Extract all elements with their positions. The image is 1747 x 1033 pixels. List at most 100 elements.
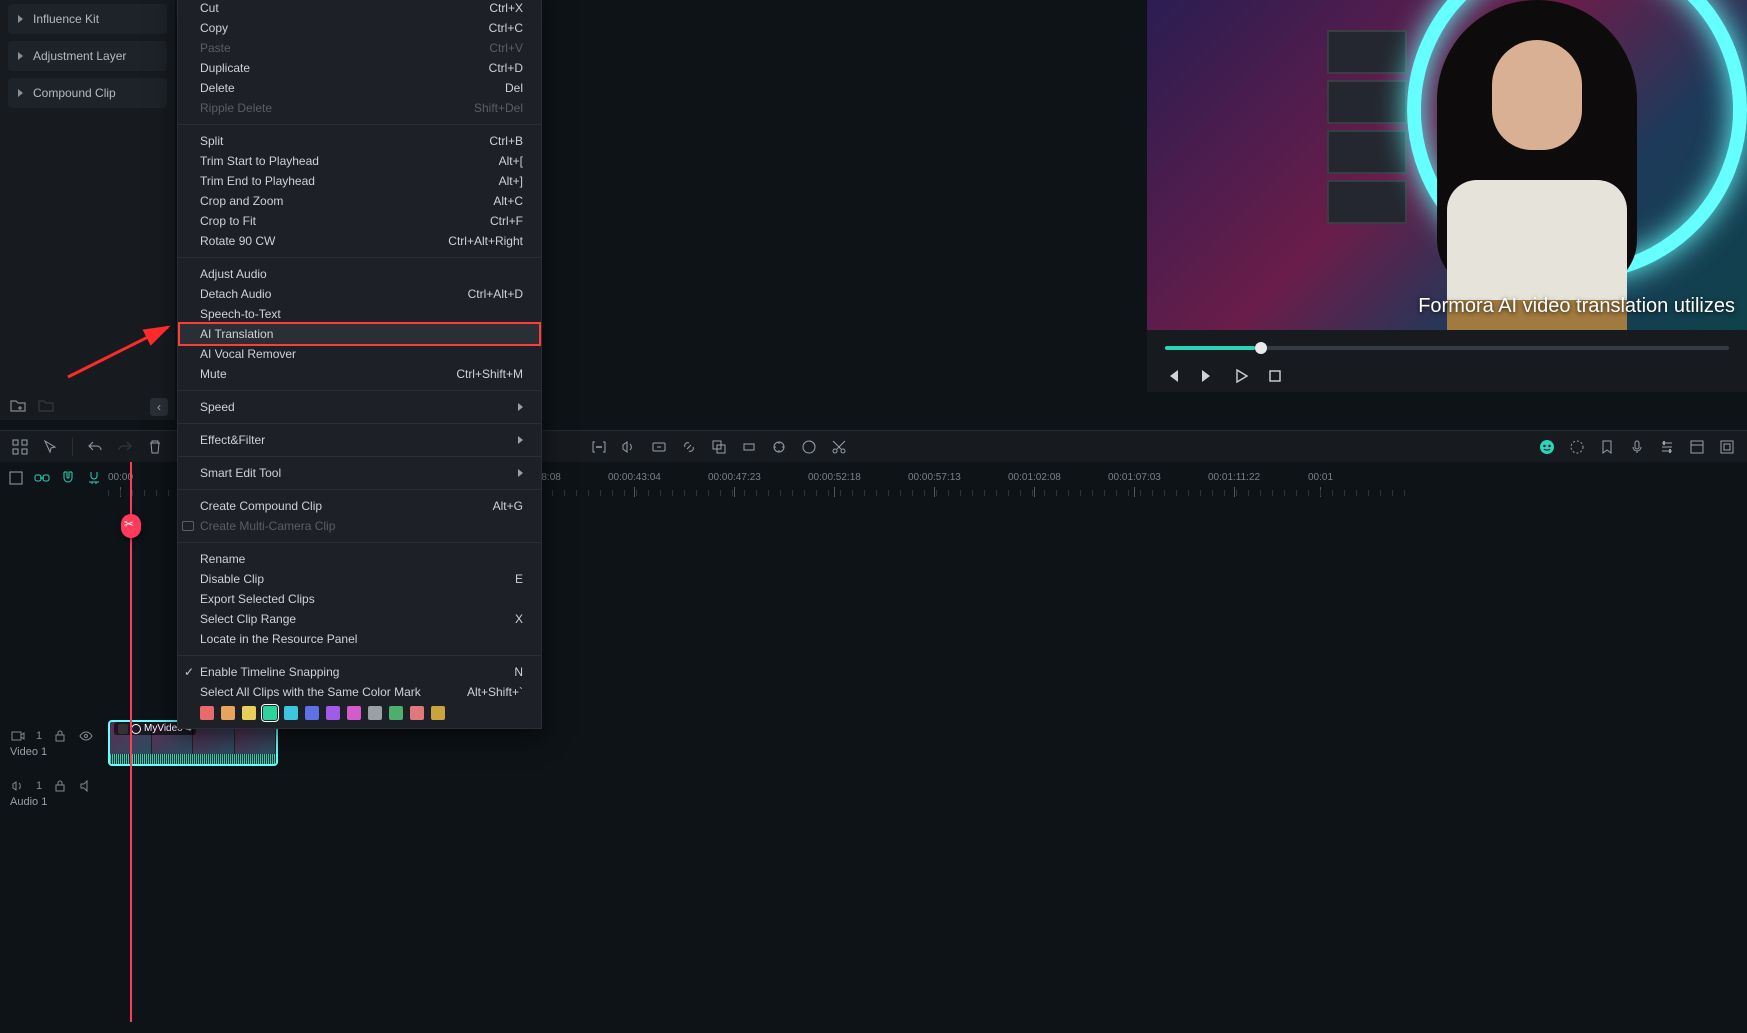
menu-split[interactable]: SplitCtrl+B	[178, 131, 541, 151]
menu-cut[interactable]: CutCtrl+X	[178, 0, 541, 18]
menu-disable-clip[interactable]: Disable ClipE	[178, 569, 541, 589]
audio-track-icon	[10, 778, 26, 794]
square-tool-icon[interactable]	[8, 470, 24, 486]
new-folder-icon[interactable]	[10, 398, 26, 414]
lock-icon[interactable]	[52, 778, 68, 794]
lock-icon[interactable]	[52, 728, 68, 744]
color-mark-row	[178, 702, 541, 726]
bracket-icon[interactable]	[591, 439, 607, 455]
snap-tool-icon[interactable]	[86, 470, 102, 486]
color-chip[interactable]	[305, 706, 319, 720]
audio-track-row: 1 Audio 1	[0, 770, 1747, 816]
link-icon[interactable]	[681, 439, 697, 455]
undo-icon[interactable]	[87, 439, 103, 455]
menu-create-multi-camera-clip: Create Multi-Camera Clip	[178, 516, 541, 536]
playhead-handle[interactable]	[121, 514, 141, 538]
cut-icon[interactable]	[831, 439, 847, 455]
sidebar-collapse-button[interactable]: ‹	[150, 398, 168, 416]
layout-icon[interactable]	[1689, 439, 1705, 455]
menu-detach-audio[interactable]: Detach AudioCtrl+Alt+D	[178, 284, 541, 304]
sidebar-item-adjustment-layer[interactable]: Adjustment Layer	[8, 41, 167, 71]
eye-icon[interactable]	[78, 728, 94, 744]
play-button[interactable]	[1233, 368, 1249, 384]
menu-speech-to-text[interactable]: Speech-to-Text	[178, 304, 541, 324]
clip-waveform	[110, 754, 276, 766]
render-icon[interactable]	[1569, 439, 1585, 455]
link-tool-icon[interactable]	[34, 470, 50, 486]
chevron-right-icon	[18, 15, 23, 23]
mixer-icon[interactable]	[1659, 439, 1675, 455]
mic-icon[interactable]	[1629, 439, 1645, 455]
chevron-left-icon: ‹	[157, 400, 161, 414]
speed-icon[interactable]	[651, 439, 667, 455]
menu-copy[interactable]: CopyCtrl+C	[178, 18, 541, 38]
menu-effect-filter[interactable]: Effect&Filter	[178, 430, 541, 450]
color-chip[interactable]	[221, 706, 235, 720]
menu-trim-start-to-playhead[interactable]: Trim Start to PlayheadAlt+[	[178, 151, 541, 171]
menu-ai-vocal-remover[interactable]: AI Vocal Remover	[178, 344, 541, 364]
delete-icon[interactable]	[147, 439, 163, 455]
speaker-icon[interactable]	[78, 778, 94, 794]
menu-export-selected-clips[interactable]: Export Selected Clips	[178, 589, 541, 609]
cursor-icon[interactable]	[42, 439, 58, 455]
sidebar-item-label: Influence Kit	[33, 12, 99, 26]
menu-trim-end-to-playhead[interactable]: Trim End to PlayheadAlt+]	[178, 171, 541, 191]
color-chip[interactable]	[284, 706, 298, 720]
folder-icon[interactable]	[38, 398, 54, 414]
preview-panel: Formora AI video translation utilizes	[1147, 0, 1747, 330]
menu-speed[interactable]: Speed	[178, 397, 541, 417]
color-chip[interactable]	[263, 706, 277, 720]
menu-select-clip-range[interactable]: Select Clip RangeX	[178, 609, 541, 629]
audio-tool-icon[interactable]	[621, 439, 637, 455]
color-chip[interactable]	[368, 706, 382, 720]
color-icon[interactable]	[801, 439, 817, 455]
menu-mute[interactable]: MuteCtrl+Shift+M	[178, 364, 541, 384]
group-icon[interactable]	[711, 439, 727, 455]
menu-create-compound-clip[interactable]: Create Compound ClipAlt+G	[178, 496, 541, 516]
clip-color-dot	[118, 724, 128, 734]
menu-duplicate[interactable]: DuplicateCtrl+D	[178, 58, 541, 78]
crop-icon[interactable]	[741, 439, 757, 455]
color-chip[interactable]	[431, 706, 445, 720]
prev-frame-button[interactable]	[1165, 368, 1181, 384]
seek-handle[interactable]	[1255, 342, 1267, 354]
audio-track-name: Audio 1	[10, 796, 98, 808]
resource-sidebar: Influence Kit Adjustment Layer Compound …	[0, 0, 175, 420]
color-chip[interactable]	[326, 706, 340, 720]
redo-icon[interactable]	[117, 439, 133, 455]
preview-seekbar[interactable]	[1165, 346, 1729, 350]
menu-smart-edit-tool[interactable]: Smart Edit Tool	[178, 463, 541, 483]
menu-ai-translation[interactable]: AI Translation	[178, 322, 541, 346]
menu-delete[interactable]: DeleteDel	[178, 78, 541, 98]
color-chip[interactable]	[347, 706, 361, 720]
person-figure	[1407, 0, 1667, 330]
menu-rename[interactable]: Rename	[178, 549, 541, 569]
color-chip[interactable]	[200, 706, 214, 720]
menu-rotate-90-cw[interactable]: Rotate 90 CWCtrl+Alt+Right	[178, 231, 541, 251]
menu-locate-in-the-resource-panel[interactable]: Locate in the Resource Panel	[178, 629, 541, 649]
sidebar-item-compound-clip[interactable]: Compound Clip	[8, 78, 167, 108]
color-chip[interactable]	[242, 706, 256, 720]
marker-icon[interactable]	[1599, 439, 1615, 455]
next-frame-button[interactable]	[1199, 368, 1215, 384]
menu-enable-timeline-snapping[interactable]: ✓Enable Timeline SnappingN	[178, 662, 541, 682]
menu-paste: PasteCtrl+V	[178, 38, 541, 58]
color-chip[interactable]	[410, 706, 424, 720]
expand-icon[interactable]	[1719, 439, 1735, 455]
sidebar-item-influence-kit[interactable]: Influence Kit	[8, 4, 167, 34]
menu-crop-to-fit[interactable]: Crop to FitCtrl+F	[178, 211, 541, 231]
sidebar-item-label: Compound Clip	[33, 86, 116, 100]
magnet-tool-icon[interactable]	[60, 470, 76, 486]
effects-icon[interactable]	[771, 439, 787, 455]
menu-crop-and-zoom[interactable]: Crop and ZoomAlt+C	[178, 191, 541, 211]
sidebar-footer	[10, 398, 54, 414]
clip-effect-icon	[131, 724, 141, 734]
color-chip[interactable]	[389, 706, 403, 720]
chevron-right-icon	[18, 52, 23, 60]
stop-button[interactable]	[1267, 368, 1283, 384]
ai-icon[interactable]	[1539, 439, 1555, 455]
grid-icon[interactable]	[12, 439, 28, 455]
menu-select-all-clips-with-the-same-color-mark[interactable]: Select All Clips with the Same Color Mar…	[178, 682, 541, 702]
menu-adjust-audio[interactable]: Adjust Audio	[178, 264, 541, 284]
playhead[interactable]	[130, 462, 132, 1022]
